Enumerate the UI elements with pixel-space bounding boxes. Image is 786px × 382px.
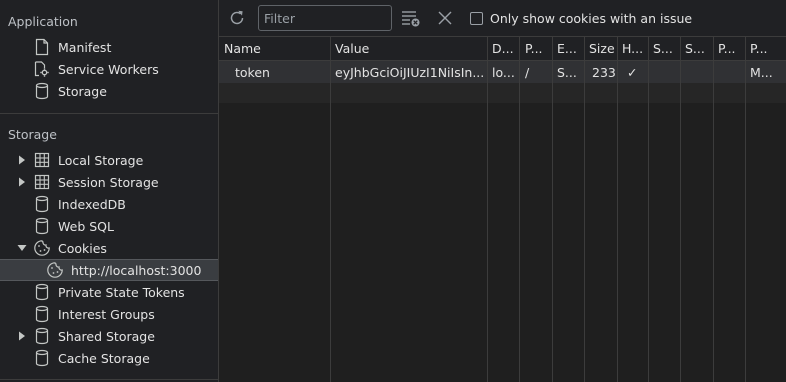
refresh-icon[interactable] xyxy=(227,8,247,28)
sidebar-item-label: Session Storage xyxy=(58,175,159,190)
sidebar-item-label: Storage xyxy=(58,84,107,99)
only-issues-label[interactable]: Only show cookies with an issue xyxy=(490,11,692,26)
database-icon xyxy=(33,305,51,323)
column-header-httponly[interactable]: H... xyxy=(622,41,648,56)
expand-arrow-icon[interactable] xyxy=(17,331,27,341)
column-divider[interactable] xyxy=(519,37,520,382)
sidebar-item-label: Local Storage xyxy=(58,153,144,168)
cookie-icon xyxy=(33,239,51,257)
clear-all-icon[interactable] xyxy=(437,10,453,26)
expand-arrow-icon[interactable] xyxy=(17,177,27,187)
filter-input[interactable] xyxy=(258,5,392,31)
sidebar-item-cookie-origin[interactable]: http://localhost:3000 xyxy=(0,259,218,281)
column-header-priority[interactable]: P... xyxy=(750,41,780,56)
column-divider[interactable] xyxy=(713,37,714,382)
cell-size: 233 xyxy=(592,65,616,80)
column-header-domain[interactable]: D... xyxy=(492,41,518,56)
document-icon xyxy=(33,38,51,56)
column-header-value[interactable]: Value xyxy=(335,41,485,56)
column-divider[interactable] xyxy=(552,37,553,382)
sidebar-item-web-sql[interactable]: Web SQL xyxy=(0,215,218,237)
column-header-name[interactable]: Name xyxy=(224,41,328,56)
sidebar-item-manifest[interactable]: Manifest xyxy=(0,36,218,58)
sidebar-item-label: Service Workers xyxy=(58,62,159,77)
sidebar-item-interest-groups[interactable]: Interest Groups xyxy=(0,303,218,325)
sidebar-item-cookies[interactable]: Cookies xyxy=(0,237,218,259)
column-header-size[interactable]: Size xyxy=(589,41,617,56)
table-icon xyxy=(33,151,51,169)
sidebar-item-label: Cookies xyxy=(58,241,107,256)
cell-expires: S... xyxy=(557,65,577,80)
column-divider[interactable] xyxy=(330,37,331,382)
sidebar-item-shared-storage[interactable]: Shared Storage xyxy=(0,325,218,347)
database-icon xyxy=(33,283,51,301)
storage-section-title: Storage xyxy=(8,127,57,142)
cookies-toolbar: Only show cookies with an issue xyxy=(219,0,786,37)
sidebar-item-label: Shared Storage xyxy=(58,329,155,344)
sidebar-item-indexeddb[interactable]: IndexedDB xyxy=(0,193,218,215)
sidebar-item-label: IndexedDB xyxy=(58,197,126,212)
sidebar-item-label: http://localhost:3000 xyxy=(71,263,202,278)
table-row-empty xyxy=(219,83,786,103)
only-issues-checkbox[interactable] xyxy=(470,12,483,25)
cell-domain: lo... xyxy=(492,65,515,80)
sidebar-item-label: Web SQL xyxy=(58,219,114,234)
sidebar-item-cache-storage[interactable]: Cache Storage xyxy=(0,347,218,369)
column-divider[interactable] xyxy=(584,37,585,382)
column-divider[interactable] xyxy=(680,37,681,382)
table-icon xyxy=(33,173,51,191)
sidebar-item-service-workers[interactable]: Service Workers xyxy=(0,58,218,80)
column-divider[interactable] xyxy=(648,37,649,382)
expand-arrow-icon[interactable] xyxy=(17,155,27,165)
collapse-arrow-icon[interactable] xyxy=(17,243,27,253)
sidebar-divider xyxy=(0,379,218,380)
checkmark-icon: ✓ xyxy=(627,65,638,80)
cell-value: eyJhbGciOiJIUzI1NiIsIn... xyxy=(335,65,485,80)
sidebar-item-local-storage[interactable]: Local Storage xyxy=(0,149,218,171)
column-header-samesite[interactable]: S... xyxy=(685,41,711,56)
column-header-secure[interactable]: S... xyxy=(653,41,679,56)
application-section-title: Application xyxy=(8,14,78,29)
column-divider[interactable] xyxy=(745,37,746,382)
sidebar-item-label: Cache Storage xyxy=(58,351,150,366)
database-icon xyxy=(33,195,51,213)
cookies-table: Name Value D... P... E... Size H... S...… xyxy=(219,37,786,382)
column-divider[interactable] xyxy=(617,37,618,382)
column-header-partition-key[interactable]: P... xyxy=(718,41,744,56)
sidebar: Application Manifest Service Workers Sto… xyxy=(0,0,219,382)
database-icon xyxy=(33,349,51,367)
sidebar-item-private-state-tokens[interactable]: Private State Tokens xyxy=(0,281,218,303)
database-icon xyxy=(33,217,51,235)
sidebar-item-session-storage[interactable]: Session Storage xyxy=(0,171,218,193)
cell-name: token xyxy=(235,65,270,80)
sidebar-item-storage[interactable]: Storage xyxy=(0,80,218,102)
cell-priority: M... xyxy=(750,65,773,80)
sidebar-item-label: Interest Groups xyxy=(58,307,155,322)
column-header-expires[interactable]: E... xyxy=(557,41,583,56)
sidebar-divider xyxy=(0,113,218,114)
table-row[interactable]: token eyJhbGciOiJIUzI1NiIsIn... lo... / … xyxy=(219,61,786,83)
column-divider[interactable] xyxy=(487,37,488,382)
gear-icon xyxy=(33,60,51,78)
database-icon xyxy=(33,327,51,345)
sidebar-item-label: Manifest xyxy=(58,40,112,55)
column-header-path[interactable]: P... xyxy=(525,41,551,56)
cookie-icon xyxy=(46,261,64,279)
sidebar-item-label: Private State Tokens xyxy=(58,285,185,300)
cookies-panel: Only show cookies with an issue Name Val… xyxy=(219,0,786,382)
table-header: Name Value D... P... E... Size H... S...… xyxy=(219,37,786,61)
database-icon xyxy=(33,82,51,100)
clear-filtered-cookies-icon[interactable] xyxy=(401,10,421,28)
cell-path: / xyxy=(525,65,530,80)
